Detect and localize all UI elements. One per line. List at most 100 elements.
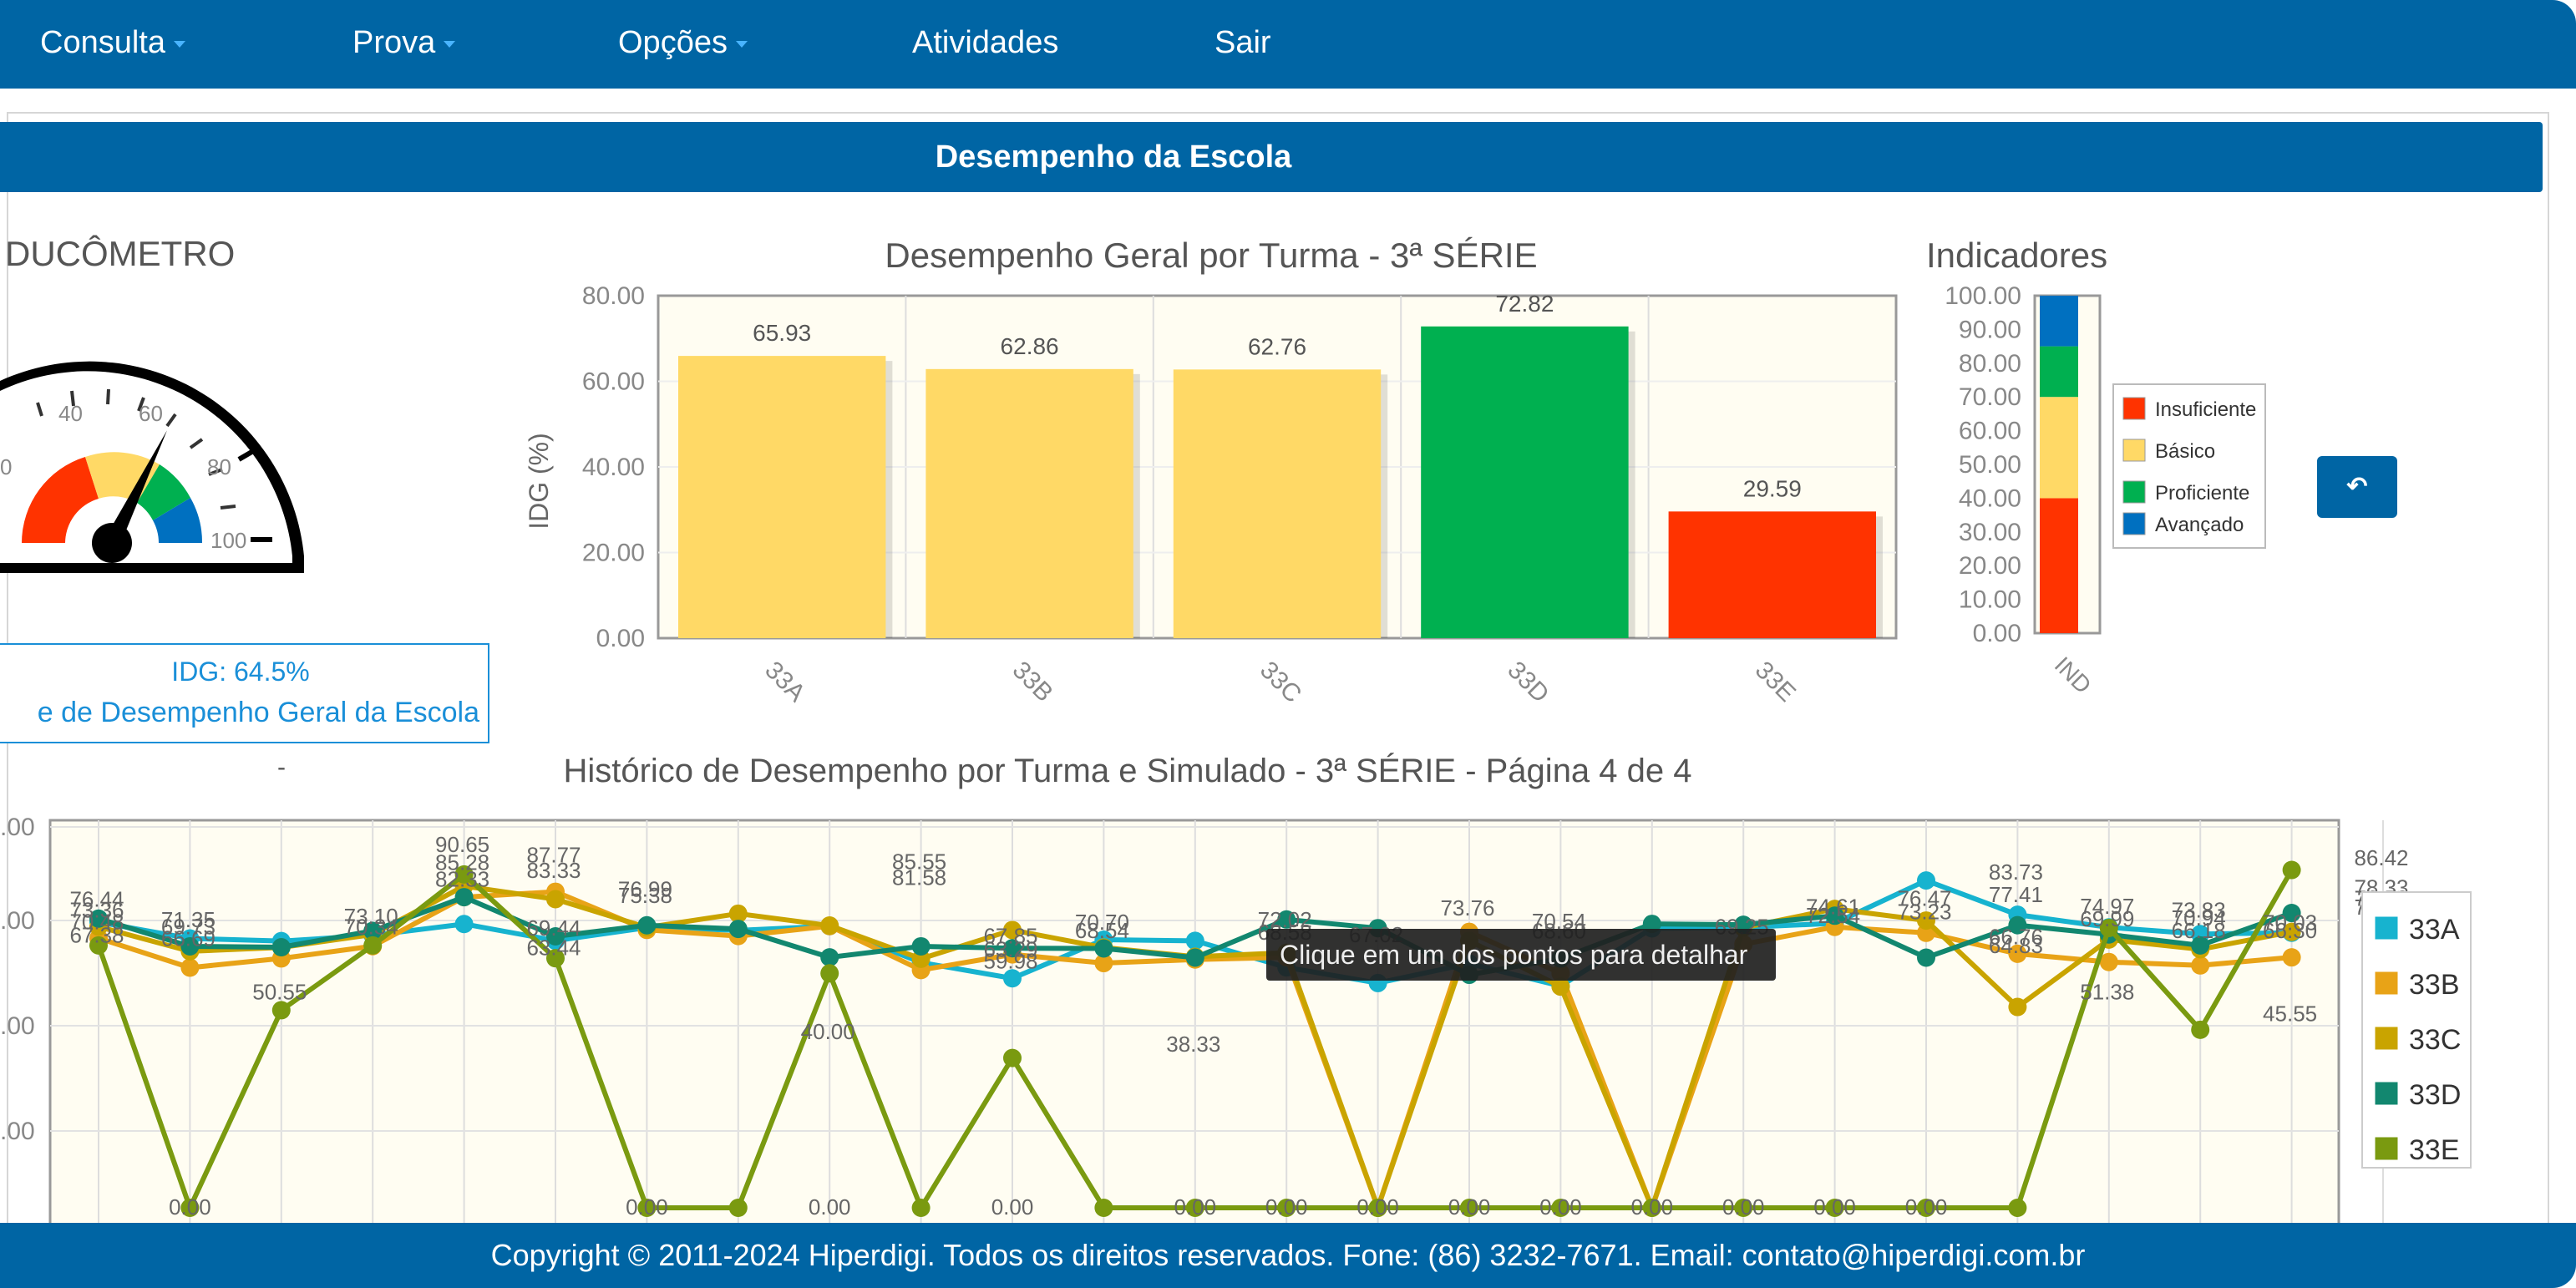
bar-y-axis: 0.00 20.00 40.00 60.00 80.00 (582, 282, 645, 652)
bar-value-label: 62.86 (1001, 333, 1059, 359)
series-point-33C[interactable] (2008, 997, 2027, 1017)
series-point-33D[interactable] (1917, 948, 1935, 967)
bar-category-label: 33B (1007, 657, 1058, 707)
series-point-33D[interactable] (271, 937, 291, 956)
legend-label-33A[interactable]: 33A (2409, 914, 2460, 946)
top-navbar: Consulta Prova Opções Atividades Sair (0, 0, 2576, 89)
legend-swatch-33D[interactable] (2372, 1079, 2401, 1108)
point-value-label: 45.55 (2263, 1001, 2317, 1026)
nav-atividades[interactable]: Atividades (912, 25, 1058, 61)
legend-label: Avançado (2155, 514, 2244, 536)
ind-ytick-label: 90.00 (1959, 316, 2021, 343)
series-point-33D[interactable] (1185, 948, 1204, 967)
idg-value: IDG: 64.5% (171, 657, 310, 687)
legend-label-33D[interactable]: 33D (2409, 1079, 2461, 1111)
point-value-label: 0.00 (1630, 1194, 1673, 1220)
bar-33C[interactable] (1173, 369, 1382, 638)
point-value-label: 0.00 (1722, 1194, 1765, 1220)
legend-swatch-33B[interactable] (2372, 969, 2401, 997)
legend-label: Proficiente (2155, 482, 2249, 505)
idg-summary-box[interactable]: IDG: 64.5% e de Desempenho Geral da Esco… (0, 643, 489, 743)
series-point-33C[interactable] (820, 916, 839, 936)
ind-ytick-label: 10.00 (1959, 586, 2021, 614)
series-point-33A[interactable] (1185, 931, 1204, 951)
series-point-33B[interactable] (180, 958, 200, 977)
point-value-label: 70.34 (344, 914, 398, 939)
series-point-33E[interactable] (2191, 1020, 2210, 1039)
legend-label-33C[interactable]: 33C (2409, 1024, 2461, 1056)
series-point-33C[interactable] (546, 890, 565, 909)
series-point-33D[interactable] (911, 936, 931, 956)
bar-category-label: 33C (1255, 657, 1306, 708)
bar-category-label: 33D (1502, 657, 1554, 708)
ind-ytick-label: 20.00 (1959, 552, 2021, 580)
legend-label-33E[interactable]: 33E (2409, 1134, 2460, 1166)
series-point-33B[interactable] (2191, 956, 2210, 975)
series-point-33E[interactable] (820, 964, 839, 983)
bar-value-label: 65.93 (753, 320, 811, 346)
point-value-label: 68.54 (1075, 918, 1129, 943)
nav-opcoes-label: Opções (618, 25, 728, 60)
bar-chart-title: Desempenho Geral por Turma - 3ª SÉRIE (885, 236, 1537, 275)
point-value-label: 0.00 (1265, 1194, 1308, 1220)
chevron-down-icon (444, 40, 456, 48)
nav-consulta-label: Consulta (40, 25, 165, 60)
idg-caption: e de Desempenho Geral da Escola (37, 697, 479, 728)
point-value-label: 64.83 (1989, 933, 2043, 958)
bar-33E[interactable] (1668, 511, 1876, 638)
bar-value-label: 72.82 (1495, 291, 1554, 317)
legend-label: Insuficiente (2155, 398, 2256, 421)
nav-opcoes[interactable]: Opções (618, 25, 748, 61)
point-value-label: 59.98 (983, 949, 1037, 974)
point-value-label: 83.33 (526, 858, 581, 883)
series-point-33E[interactable] (2282, 860, 2301, 880)
legend-swatch-33E[interactable] (2372, 1134, 2401, 1163)
line-ytick-label: .00 (0, 907, 35, 935)
bar-chart-ylabel: IDG (%) (524, 433, 554, 530)
point-value-label: 38.33 (1166, 1032, 1220, 1057)
bar-ytick-label: 60.00 (582, 368, 645, 396)
legend-swatch-33A[interactable] (2372, 914, 2401, 942)
series-point-33E[interactable] (911, 1199, 931, 1217)
footer: Copyright © 2011-2024 Hiperdigi. Todos o… (0, 1223, 2576, 1288)
back-button[interactable]: ↶ (2317, 456, 2397, 518)
ind-ytick-label: 40.00 (1959, 484, 2021, 512)
series-point-33D[interactable] (728, 920, 748, 939)
legend-label-33B[interactable]: 33B (2409, 969, 2460, 1001)
ind-ytick-label: 100.00 (1945, 282, 2021, 310)
gauge-tick-100: 100 (210, 528, 246, 553)
point-value-label: 0.00 (991, 1194, 1034, 1220)
series-point-33A[interactable] (454, 915, 474, 934)
legend-label: Básico (2155, 440, 2215, 463)
series-point-33B[interactable] (2282, 948, 2301, 967)
point-value-label: 73.23 (1897, 900, 1951, 925)
point-value-label: 0.00 (809, 1194, 851, 1220)
legend-swatch-33C[interactable] (2372, 1024, 2401, 1052)
series-point-33E[interactable] (1094, 1199, 1113, 1217)
chart-tooltip: Clique em um dos pontos para detalhar (1266, 929, 1776, 981)
series-point-33E[interactable] (728, 1199, 748, 1217)
bar-33D[interactable] (1421, 326, 1629, 638)
series-point-33E[interactable] (1003, 1048, 1022, 1067)
idg-gauge: 40 60 80 0 100 (0, 361, 304, 573)
nav-prova[interactable]: Prova (352, 25, 456, 61)
nav-consulta[interactable]: Consulta (40, 25, 185, 61)
nav-prova-label: Prova (352, 25, 436, 60)
panel-title: Desempenho da Escola (935, 139, 1292, 175)
point-value-label: 82.33 (435, 866, 489, 891)
series-point-33D[interactable] (820, 948, 839, 967)
bar-33A[interactable] (678, 356, 886, 638)
point-value-label: 73.76 (1440, 895, 1494, 920)
ind-ytick-label: 0.00 (1973, 620, 2021, 647)
point-value-label: 72.54 (1806, 903, 1860, 928)
chevron-down-icon (173, 40, 185, 48)
series-point-33D[interactable] (637, 915, 657, 935)
gauge-tick-60: 60 (139, 401, 163, 426)
point-value-label: 66.18 (2172, 918, 2226, 943)
point-value-label: 40.00 (801, 1019, 855, 1044)
bar-33B[interactable] (925, 368, 1133, 638)
bar-ytick-label: 20.00 (582, 540, 645, 567)
series-point-33E[interactable] (2008, 1199, 2027, 1217)
nav-sair[interactable]: Sair (1214, 25, 1271, 61)
line-y-axis: .00 .00 .00 .00 (0, 814, 35, 1145)
